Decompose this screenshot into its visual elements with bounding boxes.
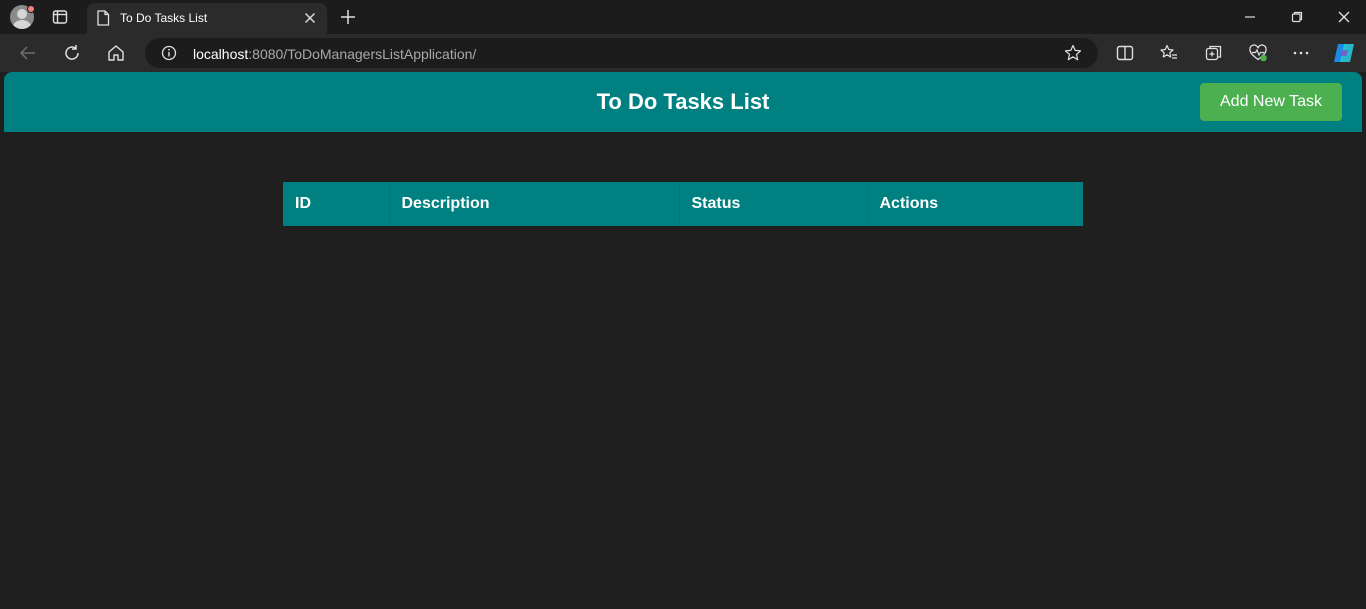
url-host: localhost <box>193 46 249 62</box>
favorites-icon[interactable] <box>1159 43 1179 63</box>
column-header-status: Status <box>679 182 868 226</box>
browser-essentials-icon[interactable] <box>1248 43 1268 63</box>
page-title: To Do Tasks List <box>596 89 770 114</box>
profile-notification-dot <box>27 5 35 13</box>
url-path: :8080/ToDoManagersListApplication/ <box>248 46 477 62</box>
browser-tab-bar: To Do Tasks List <box>0 0 1366 34</box>
page-icon <box>97 10 110 26</box>
column-header-id: ID <box>283 182 390 226</box>
tasks-table: ID Description Status Actions <box>283 182 1083 226</box>
app-header: To Do Tasks List Add New Task <box>4 72 1362 132</box>
close-window-icon[interactable] <box>1337 10 1351 24</box>
minimize-icon[interactable] <box>1243 10 1257 24</box>
restore-icon[interactable] <box>1290 10 1304 24</box>
refresh-icon[interactable] <box>62 43 82 63</box>
more-options-icon[interactable] <box>1291 43 1311 63</box>
back-icon[interactable] <box>18 43 38 63</box>
page-viewport: To Do Tasks List Add New Task ID Descrip… <box>4 72 1362 609</box>
address-bar[interactable]: localhost:8080/ToDoManagersListApplicati… <box>145 38 1098 68</box>
favorite-star-icon[interactable] <box>1064 44 1082 62</box>
split-screen-icon[interactable] <box>1115 43 1135 63</box>
browser-toolbar: localhost:8080/ToDoManagersListApplicati… <box>0 34 1366 72</box>
browser-tab-active[interactable]: To Do Tasks List <box>87 3 327 34</box>
new-tab-icon[interactable] <box>339 8 357 26</box>
url-text[interactable]: localhost:8080/ToDoManagersListApplicati… <box>193 46 476 62</box>
tab-title: To Do Tasks List <box>120 11 208 25</box>
collections-icon[interactable] <box>1204 43 1224 63</box>
column-header-actions: Actions <box>867 182 1083 226</box>
close-tab-icon[interactable] <box>303 11 317 25</box>
site-info-icon[interactable] <box>161 45 177 61</box>
copilot-icon[interactable] <box>1332 42 1356 64</box>
column-header-description: Description <box>389 182 680 226</box>
home-icon[interactable] <box>106 43 126 63</box>
tab-actions-icon[interactable] <box>52 9 68 25</box>
table-header-row: ID Description Status Actions <box>283 182 1083 226</box>
add-new-task-button[interactable]: Add New Task <box>1200 83 1342 121</box>
